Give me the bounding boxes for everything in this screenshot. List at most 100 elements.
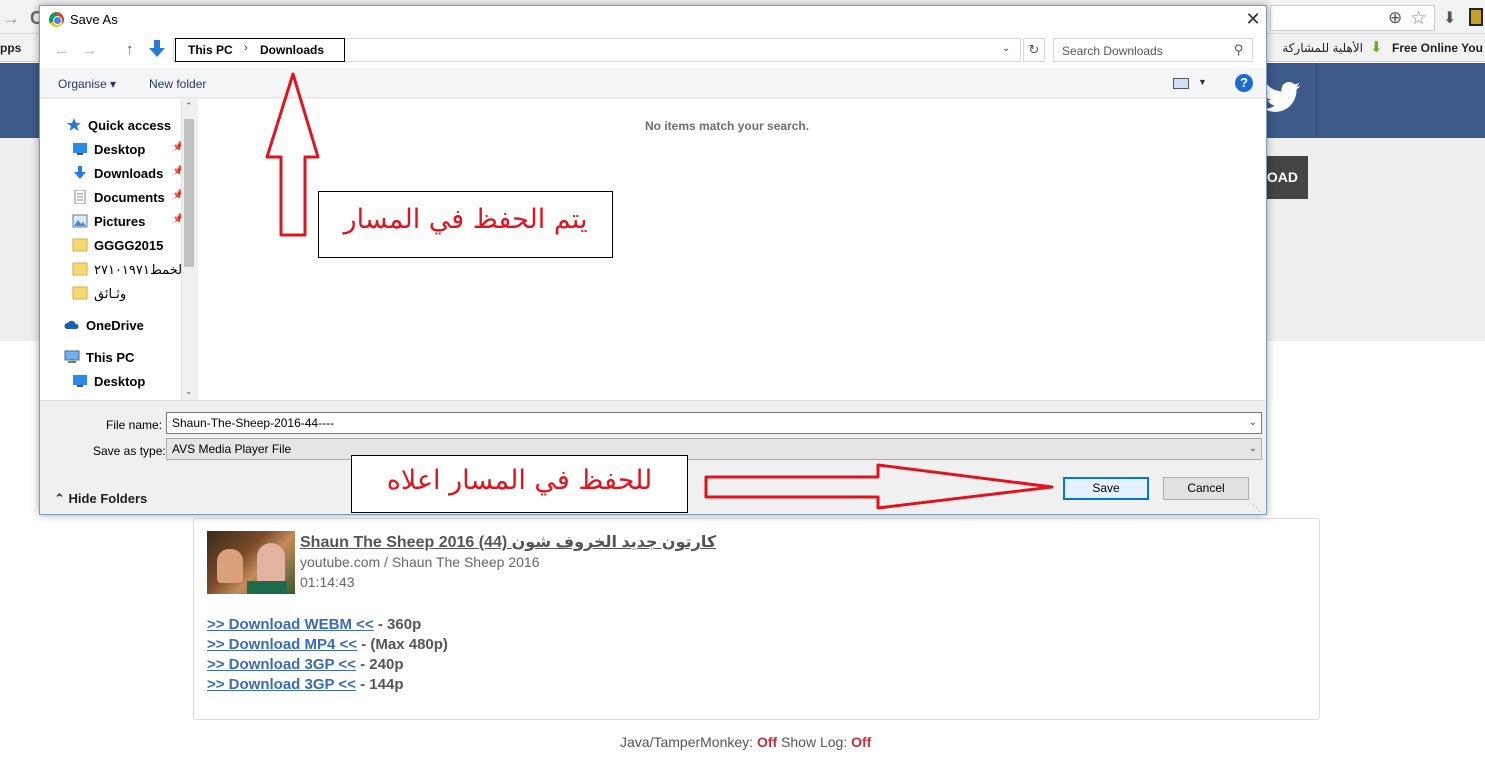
search-icon[interactable]: ⚲	[1234, 42, 1244, 58]
chevron-down-icon[interactable]: ⌄	[1249, 417, 1257, 428]
address-dropdown-icon[interactable]: ⌄	[1002, 43, 1010, 54]
nav-item-label: Documents	[94, 190, 165, 205]
hide-folders-label: Hide Folders	[68, 491, 148, 506]
folder-icon	[72, 238, 88, 252]
nav-item-label: Pictures	[94, 214, 146, 229]
footer-status: Java/TamperMonkey: Off Show Log: Off	[620, 734, 871, 750]
chevron-down-icon[interactable]: ⌄	[1249, 443, 1257, 454]
folder-icon	[72, 262, 88, 276]
search-input[interactable]: Search Downloads ⚲	[1053, 38, 1253, 62]
download-mp4-link[interactable]: >> Download MP4 <<	[207, 636, 357, 653]
up-icon[interactable]: ↑	[126, 41, 134, 58]
download-quality: - 240p	[360, 656, 404, 673]
breadcrumb-this-pc[interactable]: This PC	[188, 43, 233, 57]
java-label: Java/TamperMonkey:	[620, 734, 754, 750]
annotation-text: للحفظ في المسار اعلاه	[386, 465, 653, 496]
annotation-note-path: يتم الحفظ في المسار	[318, 191, 613, 258]
forward-icon[interactable]: →	[82, 42, 97, 59]
close-icon[interactable]: ✕	[1243, 9, 1263, 30]
chevron-up-icon: ⌃	[54, 491, 65, 506]
refresh-icon[interactable]: ↻	[1023, 38, 1045, 62]
download-webm-link[interactable]: >> Download WEBM <<	[207, 616, 374, 633]
breadcrumb-separator-icon[interactable]: ›	[244, 42, 248, 54]
video-result-card: Shaun The Sheep 2016 (44) كارتون جديد ال…	[193, 518, 1320, 720]
new-folder-button[interactable]: New folder	[149, 77, 206, 91]
nav-item-label: و الخمط٢٧١٠١٩٧١	[94, 262, 182, 277]
log-label: Show Log:	[781, 734, 848, 750]
download-quality: - 360p	[377, 616, 422, 633]
extension-icon[interactable]	[1469, 8, 1483, 26]
save-type-value: AVS Media Player File	[172, 442, 292, 456]
chrome-icon	[49, 12, 64, 27]
log-toggle[interactable]: Off	[851, 734, 871, 750]
nav-item-label: GGGG2015	[94, 238, 164, 253]
view-dropdown-icon[interactable]: ▼	[1198, 77, 1207, 87]
file-name-value: Shaun-The-Sheep-2016-44----	[172, 416, 335, 430]
nav-item-label: This PC	[86, 350, 135, 365]
download-arrow-icon[interactable]: ⬇	[1443, 8, 1456, 28]
download-quality: - (Max 480p)	[361, 636, 448, 653]
download-row: >> Download MP4 << - (Max 480p)	[207, 636, 448, 656]
bookmark-free-online[interactable]: Free Online You	[1392, 41, 1483, 55]
dialog-title: Save As	[70, 12, 118, 27]
cloud-icon	[64, 320, 79, 329]
file-name-input[interactable]: Shaun-The-Sheep-2016-44---- ⌄	[166, 412, 1262, 434]
desktop-icon	[73, 375, 87, 387]
nav-item-arabic-folder[interactable]: و الخمط٢٧١٠١٩٧١	[72, 260, 182, 280]
bookmark-star-icon[interactable]: ☆	[1410, 7, 1427, 30]
nav-item-label: Downloads	[94, 166, 164, 181]
dialog-titlebar[interactable]: Save As ✕	[40, 6, 1266, 34]
empty-message: No items match your search.	[645, 119, 810, 133]
search-placeholder: Search Downloads	[1062, 44, 1163, 58]
download-3gp-144-link[interactable]: >> Download 3GP <<	[207, 676, 356, 693]
save-type-label: Save as type:	[93, 444, 166, 458]
scroll-down-icon[interactable]: ⌄	[185, 386, 193, 397]
downloads-location-icon	[149, 40, 165, 57]
star-icon	[67, 118, 81, 131]
twitter-icon	[1263, 82, 1301, 112]
nav-item-label: Quick access	[88, 118, 172, 133]
help-icon[interactable]: ?	[1235, 74, 1253, 92]
video-duration: 01:14:43	[300, 574, 355, 590]
navigation-bar: ← → ↑ This PC › Downloads ⌄ ↻ Search Dow…	[40, 34, 1266, 68]
hide-folders-toggle[interactable]: ⌃ Hide Folders	[54, 491, 147, 507]
back-icon[interactable]: ←	[54, 42, 69, 59]
save-button[interactable]: Save	[1063, 477, 1149, 500]
breadcrumb-downloads[interactable]: Downloads	[260, 43, 324, 57]
scroll-up-icon[interactable]: ⌃	[185, 101, 193, 112]
desktop-icon	[73, 143, 87, 155]
nav-item-label: وثـائق	[94, 286, 127, 301]
download-row: >> Download 3GP << - 240p	[207, 656, 448, 676]
green-arrow-icon: ⬇	[1370, 39, 1383, 56]
nav-item-label: Desktop	[94, 374, 146, 389]
video-thumbnail[interactable]	[207, 531, 295, 594]
nav-item-label: Desktop	[94, 142, 146, 157]
dialog-toolbar: Organise ▾ New folder ▼ ?	[40, 68, 1266, 98]
back-arrow-icon[interactable]: →	[2, 8, 24, 28]
cancel-button[interactable]: Cancel	[1163, 477, 1249, 500]
annotation-text: يتم الحفظ في المسار	[343, 204, 588, 235]
zoom-icon[interactable]: ⊕	[1388, 8, 1402, 28]
video-source: youtube.com / Shaun The Sheep 2016	[300, 554, 540, 570]
save-as-dialog: Save As ✕ ← → ↑ This PC › Downloads ⌄ ↻ …	[39, 5, 1267, 515]
pictures-icon	[72, 214, 88, 228]
save-type-select[interactable]: AVS Media Player File ⌄	[166, 438, 1262, 460]
download-links: >> Download WEBM << - 360p >> Download M…	[207, 616, 448, 696]
view-options-icon[interactable]	[1173, 78, 1189, 89]
computer-icon	[64, 350, 80, 363]
nav-item-label: OneDrive	[86, 318, 144, 333]
navigation-pane: Quick access Desktop 📌 Downloads 📌 Docum…	[40, 99, 196, 400]
bookmark-arabic[interactable]: الأهلية للمشاركة	[1268, 41, 1363, 55]
download-quality: - 144p	[360, 676, 404, 693]
scroll-thumb[interactable]	[184, 119, 194, 267]
bookmark-apps[interactable]: pps	[0, 41, 21, 55]
nav-scrollbar[interactable]: ⌃ ⌄	[181, 99, 196, 400]
document-icon	[74, 190, 86, 204]
download-3gp-240-link[interactable]: >> Download 3GP <<	[207, 656, 356, 673]
download-row: >> Download 3GP << - 144p	[207, 676, 448, 696]
java-toggle[interactable]: Off	[757, 734, 777, 750]
organise-button[interactable]: Organise ▾	[58, 77, 116, 91]
resize-grip-icon[interactable]: ⋱	[1252, 503, 1261, 514]
organise-label: Organise	[58, 77, 107, 91]
video-title-link[interactable]: Shaun The Sheep 2016 (44) كارتون جديد ال…	[300, 532, 716, 552]
